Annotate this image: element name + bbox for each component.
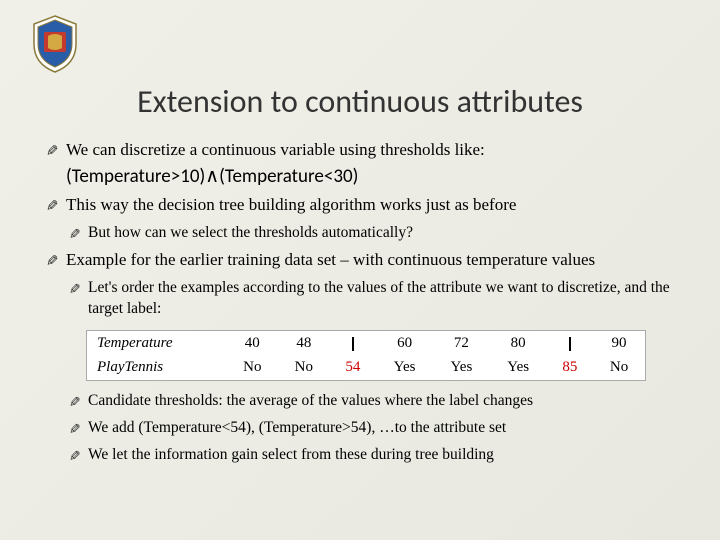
- cell: No: [278, 355, 330, 380]
- separator-cell: [330, 331, 377, 356]
- bullet-text: This way the decision tree building algo…: [66, 195, 516, 214]
- cell: 72: [433, 331, 490, 356]
- slide-body: We can discretize a continuous variable …: [0, 139, 720, 465]
- bullet-text: We let the information gain select from …: [88, 446, 494, 463]
- row-label: PlayTennis: [87, 355, 227, 380]
- cell: Yes: [433, 355, 490, 380]
- bullet-text: Example for the earlier training data se…: [66, 250, 595, 269]
- bullet-candidate: Candidate thresholds: the average of the…: [66, 391, 688, 412]
- bullet-text: Candidate thresholds: the average of the…: [88, 392, 533, 409]
- divider-icon: [569, 337, 571, 351]
- row-label: Temperature: [87, 331, 227, 356]
- cell: 48: [278, 331, 330, 356]
- bullet-algorithm: This way the decision tree building algo…: [44, 194, 688, 217]
- table-row: Temperature 40 48 60 72 80 90: [87, 331, 646, 356]
- cell: Yes: [490, 355, 547, 380]
- cell: 80: [490, 331, 547, 356]
- cell: 60: [376, 331, 433, 356]
- formula-threshold: (Temperature>10)∧(Temperature<30): [44, 164, 688, 190]
- bullet-add-attr: We add (Temperature<54), (Temperature>54…: [66, 418, 688, 439]
- bullet-discretize: We can discretize a continuous variable …: [44, 139, 688, 162]
- cell: Yes: [376, 355, 433, 380]
- cell: No: [227, 355, 279, 380]
- university-crest-logo: [30, 14, 80, 74]
- bullet-info-gain: We let the information gain select from …: [66, 445, 688, 466]
- table-row: PlayTennis No No 54 Yes Yes Yes 85 No: [87, 355, 646, 380]
- bullet-text: We can discretize a continuous variable …: [66, 140, 485, 159]
- threshold-cell: 85: [547, 355, 594, 380]
- cell: 90: [593, 331, 645, 356]
- divider-icon: [352, 337, 354, 351]
- slide-title: Extension to continuous attributes: [0, 0, 720, 139]
- bullet-text: Let's order the examples according to th…: [88, 279, 670, 317]
- bullet-text: But how can we select the thresholds aut…: [88, 224, 413, 241]
- bullet-order-examples: Let's order the examples according to th…: [66, 278, 688, 320]
- bullet-auto-thresholds: But how can we select the thresholds aut…: [66, 223, 688, 244]
- threshold-cell: 54: [330, 355, 377, 380]
- bullet-example: Example for the earlier training data se…: [44, 249, 688, 272]
- bullet-text: We add (Temperature<54), (Temperature>54…: [88, 419, 506, 436]
- separator-cell: [547, 331, 594, 356]
- cell: 40: [227, 331, 279, 356]
- cell: No: [593, 355, 645, 380]
- temperature-table: Temperature 40 48 60 72 80 90 PlayTennis…: [86, 330, 646, 381]
